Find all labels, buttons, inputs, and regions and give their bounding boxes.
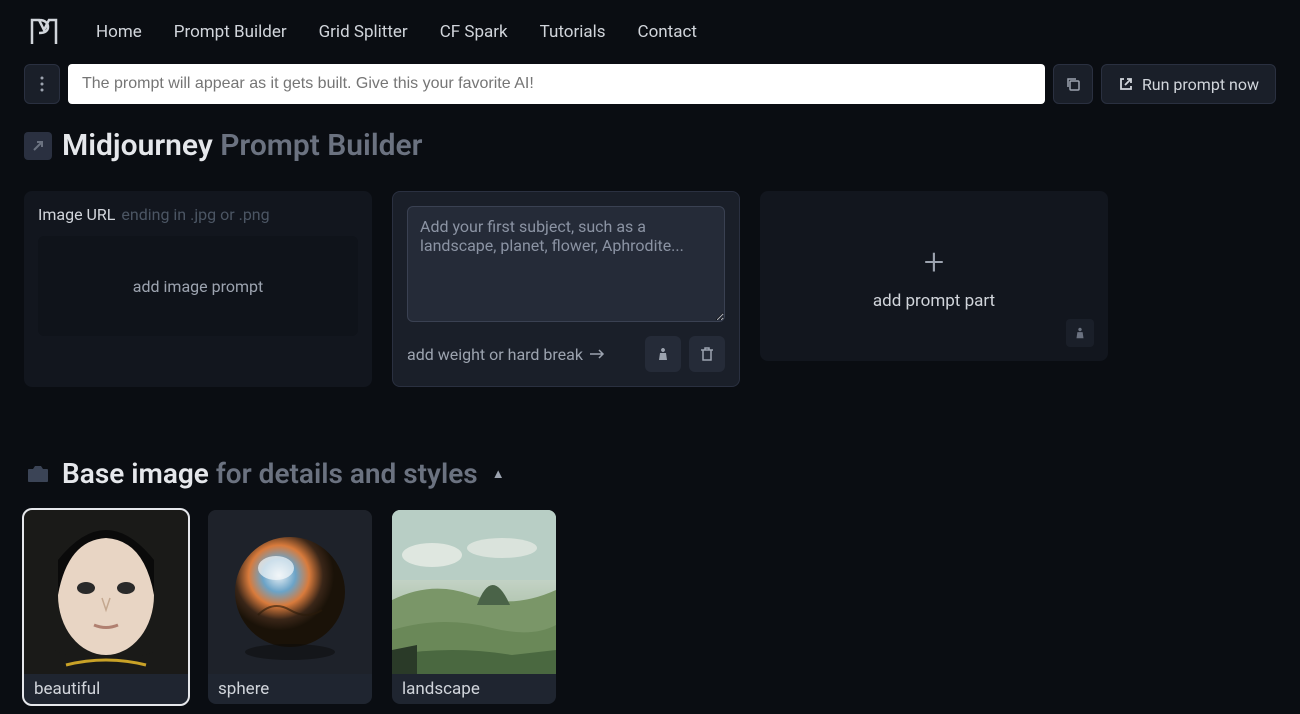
delete-button[interactable]: [689, 336, 725, 372]
plus-icon: +: [924, 241, 944, 283]
run-prompt-label: Run prompt now: [1142, 75, 1259, 94]
subject-textarea[interactable]: [407, 206, 725, 322]
thumb-label: sphere: [208, 674, 372, 704]
thumb-sphere[interactable]: sphere: [208, 510, 372, 704]
thumb-label: beautiful: [24, 674, 188, 704]
nav-contact[interactable]: Contact: [638, 22, 697, 42]
arrow-right-icon: [589, 348, 605, 360]
page-title: Midjourney Prompt Builder: [24, 128, 1276, 163]
dots-vertical-icon: [35, 76, 49, 92]
base-image-title-bold: Base image: [62, 457, 209, 490]
trash-icon: [700, 346, 714, 362]
base-image-thumbs: beautiful sphere: [24, 510, 1276, 704]
nav-cf-spark[interactable]: CF Spark: [440, 22, 508, 42]
logo[interactable]: [24, 12, 64, 52]
add-prompt-part-card[interactable]: + add prompt part: [760, 191, 1108, 361]
base-image-title-muted: for details and styles: [216, 457, 478, 490]
expand-icon[interactable]: [24, 132, 52, 160]
weight-icon-button[interactable]: [645, 336, 681, 372]
copy-icon: [1065, 76, 1081, 92]
image-url-card: Image URL ending in .jpg or .png add ima…: [24, 191, 372, 387]
prompt-bar: Run prompt now: [0, 64, 1300, 104]
thumb-label: landscape: [392, 674, 556, 704]
main-nav: Home Prompt Builder Grid Splitter CF Spa…: [0, 0, 1300, 64]
add-weight-link[interactable]: add weight or hard break: [407, 345, 637, 364]
page-title-sub: Prompt Builder: [220, 128, 422, 163]
external-link-icon: [1118, 76, 1134, 92]
subject-card: add weight or hard break: [392, 191, 740, 387]
camera-icon: [24, 460, 52, 488]
nav-home[interactable]: Home: [96, 22, 142, 42]
image-url-label: Image URL: [38, 205, 115, 224]
nav-prompt-builder[interactable]: Prompt Builder: [174, 22, 287, 42]
thumb-landscape[interactable]: landscape: [392, 510, 556, 704]
prompt-output-input[interactable]: [68, 64, 1045, 104]
image-url-hint: ending in .jpg or .png: [121, 205, 269, 224]
run-prompt-button[interactable]: Run prompt now: [1101, 64, 1276, 104]
add-image-prompt-button[interactable]: add image prompt: [38, 236, 358, 336]
nav-tutorials[interactable]: Tutorials: [540, 22, 606, 42]
caret-up-icon[interactable]: ▲: [492, 466, 505, 482]
nav-grid-splitter[interactable]: Grid Splitter: [319, 22, 408, 42]
weight-icon-small: [1066, 319, 1094, 347]
prompt-cards: Image URL ending in .jpg or .png add ima…: [24, 191, 1276, 387]
base-image-section-title: Base image for details and styles ▲: [24, 457, 1276, 490]
weight-icon: [655, 346, 671, 362]
copy-button[interactable]: [1053, 64, 1093, 104]
page-title-main: Midjourney: [62, 128, 213, 163]
add-prompt-part-label: add prompt part: [873, 291, 995, 311]
prompt-menu-button[interactable]: [24, 64, 60, 104]
thumb-beautiful[interactable]: beautiful: [24, 510, 188, 704]
